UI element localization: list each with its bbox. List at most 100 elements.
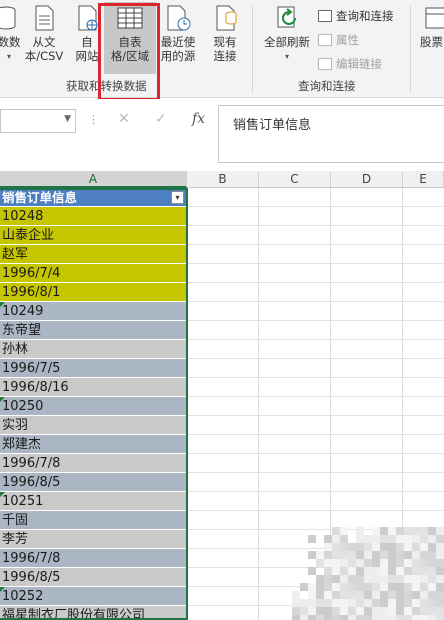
grid-line: [187, 206, 444, 207]
filter-dropdown-icon[interactable]: ▾: [171, 191, 184, 204]
database-icon: [0, 4, 24, 32]
cell-value: 1996/7/5: [2, 361, 61, 376]
table-row[interactable]: 10248: [0, 207, 186, 226]
table-row[interactable]: 东帝望: [0, 321, 186, 340]
table-row[interactable]: 1996/7/5: [0, 359, 186, 378]
chevron-down-icon[interactable]: ▼: [64, 114, 71, 124]
grid-line: [187, 453, 444, 454]
refresh-all-label: 全部刷新: [264, 35, 310, 49]
grid-line: [187, 244, 444, 245]
table-row[interactable]: 李芳: [0, 530, 186, 549]
column-header-b[interactable]: B: [187, 171, 259, 188]
grid-line: [187, 320, 444, 321]
existing-connections-label-2: 连接: [213, 49, 237, 63]
refresh-all-button[interactable]: 全部刷新 ▾: [258, 4, 316, 64]
formula-input[interactable]: 销售订单信息: [218, 105, 444, 163]
edit-links-label: 编辑链接: [336, 57, 382, 71]
column-header-a[interactable]: A: [0, 171, 187, 188]
table-row[interactable]: 1996/7/8: [0, 549, 186, 568]
ribbon: 数数 ▾ 从文 本/CSV 自 网站 自表 格/区域 最近使 用的源 现有 连接…: [0, 0, 444, 101]
table-row[interactable]: 福星制衣厂股份有限公司: [0, 606, 186, 620]
error-indicator-icon: [0, 492, 5, 497]
grid-line: [187, 415, 444, 416]
properties-label: 属性: [336, 33, 359, 47]
table-row[interactable]: 实羽: [0, 416, 186, 435]
worksheet-grid[interactable]: A B C D E 销售订单信息 ▾ 10248 山泰企业赵军 1996/7/4 19…: [0, 171, 444, 620]
queries-connections-label: 查询和连接: [336, 9, 394, 23]
cell-value: 郑建杰: [2, 437, 42, 452]
get-data-label: 数数: [0, 35, 21, 49]
table-row[interactable]: 1996/8/5: [0, 473, 186, 492]
edit-links-icon: [318, 58, 332, 70]
table-row[interactable]: 山泰企业: [0, 226, 186, 245]
web-page-icon: [73, 4, 101, 32]
table-row[interactable]: 10250: [0, 397, 186, 416]
enter-icon[interactable]: ✓: [155, 111, 167, 127]
cell-value: 1996/8/5: [2, 570, 61, 585]
stocks-label: 股票: [420, 35, 443, 49]
error-indicator-icon: [0, 397, 5, 402]
cell-value: 千固: [2, 513, 29, 528]
grid-line: [187, 434, 444, 435]
properties-button[interactable]: 属性: [318, 32, 359, 48]
grid-line: [187, 586, 444, 587]
get-data-button[interactable]: 数数 ▾: [0, 4, 22, 64]
table-row[interactable]: 10249: [0, 302, 186, 321]
grid-line: [187, 301, 444, 302]
insert-function-icon[interactable]: fx: [192, 111, 205, 127]
grid-line: [187, 263, 444, 264]
queries-connections-button[interactable]: 查询和连接: [318, 8, 394, 24]
table-row[interactable]: 1996/8/16: [0, 378, 186, 397]
grid-line: [187, 548, 444, 549]
table-row[interactable]: 郑建杰: [0, 435, 186, 454]
cell-value: 1996/7/4: [2, 266, 61, 281]
table-row[interactable]: 1996/7/4: [0, 264, 186, 283]
cell-value: 山泰企业: [2, 228, 55, 243]
stocks-button[interactable]: 股票: [420, 4, 444, 49]
table-row[interactable]: 千固: [0, 511, 186, 530]
table-row[interactable]: 10252: [0, 587, 186, 606]
cell-value: 10248: [2, 209, 44, 224]
existing-connections-button[interactable]: 现有 连接: [206, 4, 244, 63]
chevron-down-icon: ▾: [284, 52, 289, 61]
from-text-csv-label-2: 本/CSV: [24, 49, 64, 63]
cell-value: 1996/8/5: [2, 475, 61, 490]
cell-value: 1996/8/1: [2, 285, 61, 300]
cell-value: 李芳: [2, 532, 29, 547]
grid-line: [187, 339, 444, 340]
table-header-cell[interactable]: 销售订单信息 ▾: [0, 188, 186, 207]
column-header-c[interactable]: C: [259, 171, 331, 188]
stocks-icon: [424, 4, 444, 32]
ribbon-separator: [410, 6, 411, 92]
grid-line: [187, 282, 444, 283]
table-row[interactable]: 1996/8/5: [0, 568, 186, 587]
cell-value: 1996/7/8: [2, 456, 61, 471]
table-row[interactable]: 孙林: [0, 340, 186, 359]
recent-sources-button[interactable]: 最近使 用的源: [158, 4, 198, 63]
recent-sources-label-1: 最近使: [160, 35, 196, 49]
cell-value: 东帝望: [2, 323, 42, 338]
error-indicator-icon: [0, 302, 5, 307]
name-box[interactable]: ▼: [0, 109, 76, 133]
cell-value: 赵军: [2, 247, 29, 262]
table-row[interactable]: 赵军: [0, 245, 186, 264]
table-row[interactable]: 10251: [0, 492, 186, 511]
from-text-csv-button[interactable]: 从文 本/CSV: [22, 4, 66, 63]
grid-line: [187, 491, 444, 492]
table-row[interactable]: 1996/8/1: [0, 283, 186, 302]
formula-bar: ▼ ⋮ ✕ ✓ fx 销售订单信息: [0, 99, 444, 171]
column-header-e[interactable]: E: [403, 171, 444, 188]
text-file-icon: [30, 4, 58, 32]
cell-value: 10249: [2, 304, 44, 319]
group-label-queries-connections: 查询和连接: [298, 79, 356, 93]
grid-line: [187, 377, 444, 378]
refresh-icon: [273, 4, 301, 32]
grid-line: [187, 358, 444, 359]
cell-value: 孙林: [2, 342, 29, 357]
cancel-icon[interactable]: ✕: [118, 111, 130, 127]
column-header-d[interactable]: D: [331, 171, 403, 188]
grid-line: [187, 567, 444, 568]
edit-links-button[interactable]: 编辑链接: [318, 56, 382, 72]
table-row[interactable]: 1996/7/8: [0, 454, 186, 473]
grid-line: [330, 188, 331, 620]
